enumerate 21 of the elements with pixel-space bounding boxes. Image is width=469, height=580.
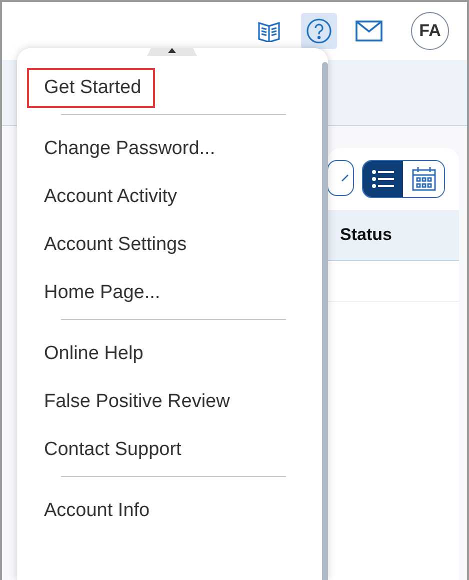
chevron-icon [340, 174, 349, 182]
calendar-icon [412, 167, 436, 191]
book-icon [257, 20, 281, 42]
list-view-button[interactable] [362, 161, 404, 197]
column-header: Status [340, 225, 392, 245]
menu-item[interactable]: Get Started [27, 68, 156, 108]
menu-item[interactable]: Account Info [27, 491, 164, 531]
help-button[interactable] [301, 13, 337, 49]
menu-item[interactable]: Change Password... [27, 129, 230, 169]
menu-item[interactable]: Home Page... [27, 273, 174, 313]
help-icon [306, 18, 332, 44]
mail-icon [355, 20, 383, 42]
caret-icon [168, 48, 176, 53]
user-avatar[interactable]: FA [411, 12, 449, 50]
scrollbar[interactable] [322, 62, 328, 580]
menu-item[interactable]: Account Settings [27, 225, 201, 265]
menu-item[interactable]: Online Help [27, 334, 158, 374]
menu-item[interactable]: Account Activity [27, 177, 192, 217]
menu-item[interactable]: False Positive Review [27, 382, 244, 422]
list-icon [372, 170, 394, 188]
menu-item[interactable]: Contact Support [27, 430, 196, 470]
